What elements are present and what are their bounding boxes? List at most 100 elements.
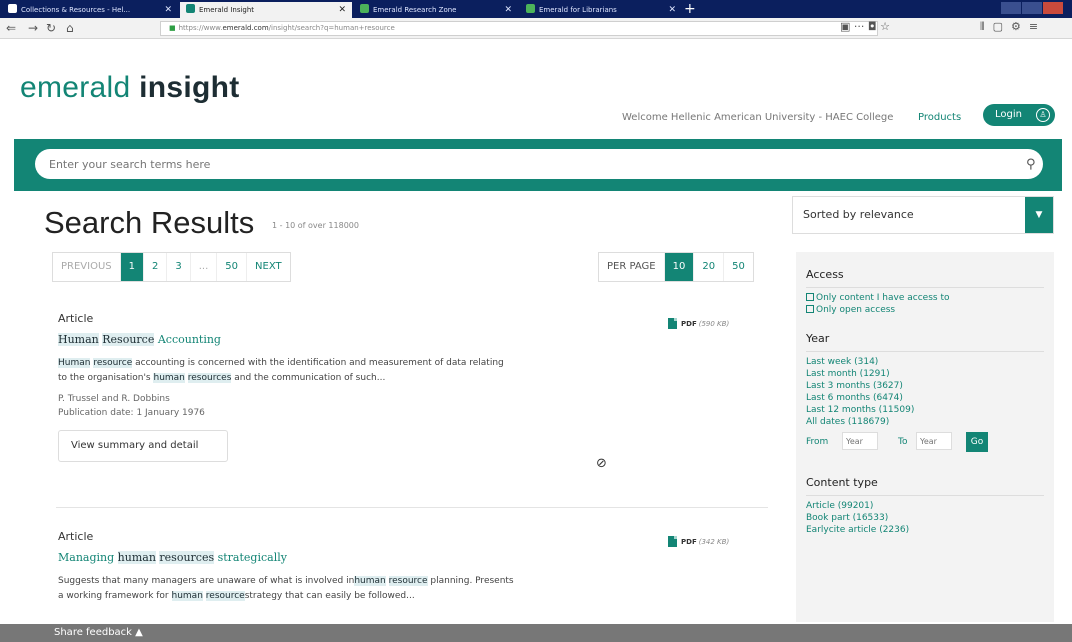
checkbox-icon[interactable] [806,305,814,313]
tab-close-icon[interactable]: ✕ [338,2,346,18]
result-meta: P. Trussel and R. Dobbins Publication da… [58,392,768,420]
content-type-heading: Content type [806,476,1044,496]
result-type: Article [58,530,94,543]
checkbox-icon[interactable] [806,293,814,301]
tab-favicon-icon [186,4,195,13]
year-heading: Year [806,332,1044,352]
access-facet: Access Only content I have access to Onl… [806,268,1044,316]
content-type-link[interactable]: Article (99201) [806,500,1044,512]
tab-title: Emerald Research Zone [373,6,457,14]
minimize-icon[interactable] [1001,2,1021,14]
pdf-download-link[interactable]: PDF (342 KB) [668,536,729,547]
result-type: Article [58,312,94,325]
tab-favicon-icon [8,4,17,13]
login-button[interactable]: Login ♙ [983,104,1055,126]
share-feedback-bar[interactable]: Share feedback ▲ [0,624,1072,642]
pdf-icon [668,536,677,547]
sort-dropdown[interactable]: Sorted by relevance ▼ [792,196,1054,234]
page-actions-icon[interactable]: ▣ ··· ◘ ☆ [840,20,890,33]
previous-page-button[interactable]: PREVIOUS [53,253,121,281]
url-path: /insight/search?q=human+resource [268,24,395,32]
browser-nav-bar: ⇐ → ↻ ⌂ ■ https://www.emerald.com/insight… [0,18,1072,39]
go-button[interactable]: Go [966,432,988,452]
result-date: Publication date: 1 January 1976 [58,408,205,418]
result-title-link[interactable]: Managing human resources strategically [58,551,768,564]
browser-tab-collections[interactable]: Collections & Resources - Hel... ✕ [2,2,178,18]
browser-tab-bar: Collections & Resources - Hel... ✕ Emera… [0,0,1072,18]
back-arrow-icon[interactable]: ⇐ [6,20,16,36]
result-authors: P. Trussel and R. Dobbins [58,394,170,404]
window-close-icon[interactable] [1043,2,1063,14]
toolbar-icons[interactable]: ⫴▢⚙≡ [980,20,1046,34]
content-type-link[interactable]: Earlycite article (2236) [806,524,1044,536]
per-page-20-button[interactable]: 20 [694,253,725,281]
browser-tab-emerald-insight[interactable]: Emerald Insight ✕ [180,2,352,18]
content-type-link[interactable]: Book part (16533) [806,512,1044,524]
year-link[interactable]: Last 3 months (3627) [806,380,1044,392]
url-domain: emerald.com [222,24,269,32]
user-icon: ♙ [1036,108,1050,122]
access-heading: Access [806,268,1044,288]
browser-tab-librarians[interactable]: Emerald for Librarians ✕ [520,2,682,18]
emerald-insight-logo[interactable]: emerald insight [20,73,240,103]
result-abstract: Human resource accounting is concerned w… [58,358,504,383]
tab-favicon-icon [526,4,535,13]
browser-tab-research-zone[interactable]: Emerald Research Zone ✕ [354,2,518,18]
year-link[interactable]: Last month (1291) [806,368,1044,380]
search-result: Article Managing human resources strateg… [58,530,768,604]
window-controls [1000,2,1066,16]
year-facet: Year Last week (314) Last month (1291) L… [806,332,1044,452]
login-label: Login [995,109,1022,120]
per-page-10-button[interactable]: 10 [664,253,695,281]
maximize-icon[interactable] [1022,2,1042,14]
filter-panel: Access Only content I have access to Onl… [796,252,1054,622]
home-icon[interactable]: ⌂ [66,20,74,36]
logo-text-emerald: emerald [20,71,131,104]
pagination: PREVIOUS 1 2 3 ... 50 NEXT [52,252,291,282]
sort-value: Sorted by relevance [803,208,914,221]
per-page-selector: PER PAGE 10 20 50 [598,252,754,282]
tab-title: Collections & Resources - Hel... [21,6,131,14]
tab-title: Emerald for Librarians [539,6,617,14]
search-input[interactable] [35,149,1043,179]
welcome-text: Welcome Hellenic American University - H… [622,112,894,123]
tab-close-icon[interactable]: ✕ [164,2,172,18]
page-2-button[interactable]: 2 [144,253,168,281]
pdf-download-link[interactable]: PDF (590 KB) [668,318,729,329]
no-access-icon: ⊘ [596,456,607,471]
page-1-button[interactable]: 1 [120,253,144,281]
reload-icon[interactable]: ↻ [46,20,56,36]
result-abstract: Suggests that many managers are unaware … [58,576,514,601]
page-ellipsis: ... [191,253,218,281]
per-page-label: PER PAGE [599,253,665,281]
url-prefix: https://www. [178,24,223,32]
content-type-facet: Content type Article (99201) Book part (… [806,476,1044,536]
page-title: Search Results [44,205,255,240]
to-label: To [898,437,908,447]
search-icon[interactable]: ⚲ [1026,157,1036,172]
products-link[interactable]: Products [918,112,961,123]
to-year-input[interactable] [916,432,952,450]
url-bar[interactable]: ■ https://www.emerald.com/insight/search?… [160,21,878,36]
lock-icon: ■ [169,24,176,32]
new-tab-button[interactable]: + [684,0,696,18]
from-year-input[interactable] [842,432,878,450]
next-page-button[interactable]: NEXT [247,253,290,281]
view-summary-button[interactable]: View summary and detail [58,430,228,462]
page-50-button[interactable]: 50 [217,253,248,281]
year-link[interactable]: Last week (314) [806,356,1044,368]
search-result: Article Human Resource Accounting Human … [58,312,768,462]
tab-close-icon[interactable]: ✕ [504,2,512,18]
from-label: From [806,437,829,447]
tab-favicon-icon [360,4,369,13]
year-link[interactable]: Last 12 months (11509) [806,404,1044,416]
per-page-50-button[interactable]: 50 [724,253,753,281]
access-option-my-access[interactable]: Only content I have access to [806,292,1044,304]
year-link[interactable]: Last 6 months (6474) [806,392,1044,404]
access-option-open-access[interactable]: Only open access [806,304,1044,316]
forward-arrow-icon[interactable]: → [28,20,38,36]
page-3-button[interactable]: 3 [167,253,191,281]
result-title-link[interactable]: Human Resource Accounting [58,333,768,346]
year-link[interactable]: All dates (118679) [806,416,1044,428]
tab-close-icon[interactable]: ✕ [668,2,676,18]
